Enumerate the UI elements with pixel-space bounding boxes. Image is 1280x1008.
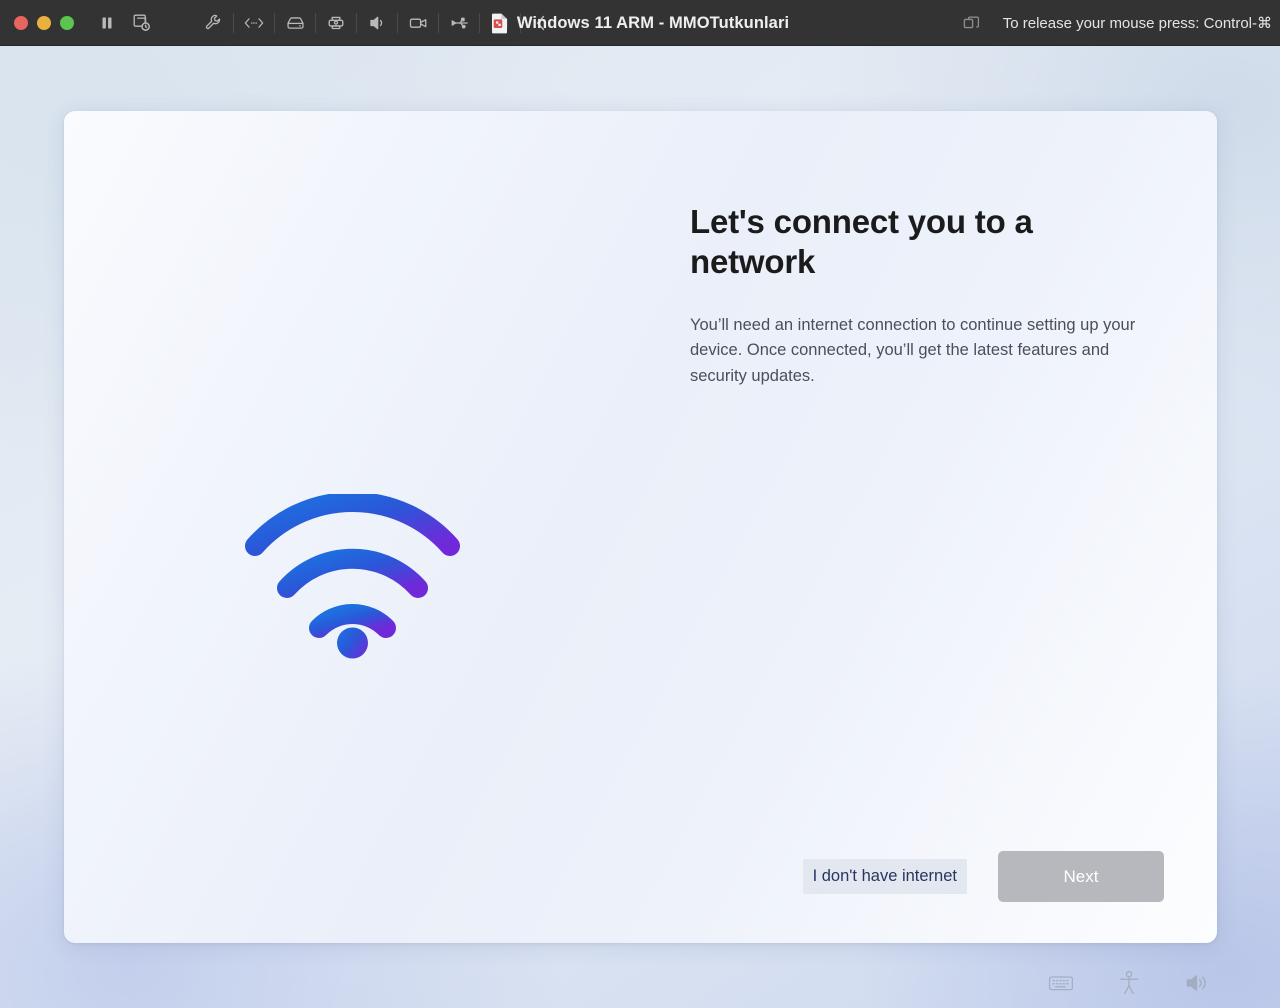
page-title: Let's connect you to a network [690, 203, 1033, 281]
pause-icon[interactable] [90, 8, 124, 38]
chevron-left-icon[interactable] [524, 8, 558, 38]
oobe-action-row: I don't have internet Next [802, 851, 1164, 902]
titlebar-right-group: To release your mouse press: Control-⌘ [955, 0, 1280, 46]
window-controls [0, 15, 74, 30]
usb-icon[interactable] [442, 8, 476, 38]
toolbar-separator [233, 12, 234, 33]
toolbar-separator [274, 12, 275, 33]
camera-icon[interactable] [401, 8, 435, 38]
no-internet-link[interactable]: I don't have internet [802, 858, 967, 895]
next-button[interactable]: Next [998, 851, 1164, 902]
toolbar-separator [479, 12, 480, 33]
snapshot-icon[interactable] [124, 8, 158, 38]
harddisk-icon[interactable] [278, 8, 312, 38]
page-description: You’ll need an internet connection to co… [690, 315, 1136, 385]
toolbar-separator [397, 12, 398, 33]
oobe-text-column: Let's connect you to a network You’ll ne… [690, 202, 1172, 390]
close-window-button[interactable] [14, 15, 28, 30]
wifi-icon [245, 494, 460, 659]
network-icon[interactable] [237, 8, 271, 38]
vm-device-toolbar [196, 8, 558, 38]
toolbar-separator [356, 12, 357, 33]
volume-icon[interactable] [1182, 968, 1212, 998]
shared-folder-icon[interactable] [483, 8, 517, 38]
wrench-icon[interactable] [196, 8, 230, 38]
printer-icon[interactable] [319, 8, 353, 38]
speaker-icon[interactable] [360, 8, 394, 38]
toolbar-separator [520, 12, 521, 33]
oobe-card: Let's connect you to a network You’ll ne… [64, 111, 1217, 943]
keyboard-icon[interactable] [1046, 968, 1076, 998]
toolbar-separator [315, 12, 316, 33]
minimize-window-button[interactable] [37, 15, 51, 30]
toolbar-separator [438, 12, 439, 33]
vm-left-toolbar [90, 8, 158, 38]
maximize-window-button[interactable] [60, 15, 74, 30]
windows-stack-icon[interactable] [955, 8, 989, 38]
oobe-taskbar [1046, 968, 1212, 998]
mouse-release-hint: To release your mouse press: Control-⌘ [1002, 15, 1272, 32]
vm-titlebar: Windows 11 ARM - MMOTutkunlari To releas… [0, 0, 1280, 46]
windows-oobe-desktop: Let's connect you to a network You’ll ne… [0, 46, 1280, 1008]
accessibility-icon[interactable] [1114, 968, 1144, 998]
